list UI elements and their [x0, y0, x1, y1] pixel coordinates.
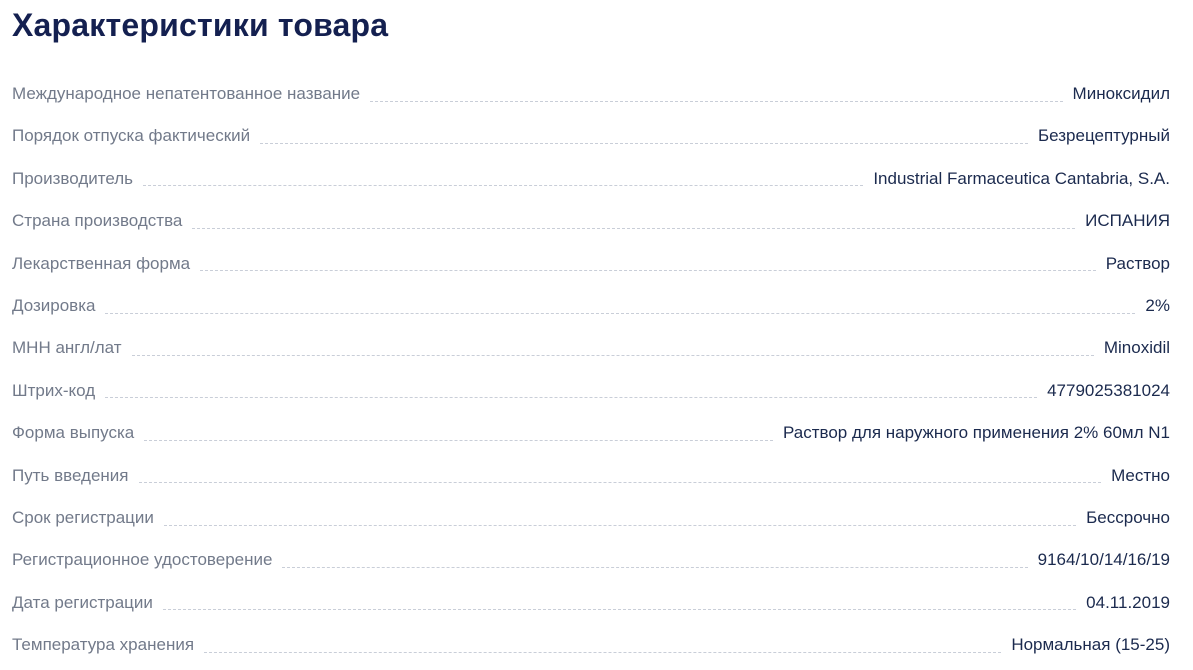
- dotted-leader: [163, 524, 1077, 526]
- dotted-leader: [282, 566, 1028, 568]
- dotted-leader: [143, 185, 864, 187]
- spec-label: Форма выпуска: [12, 423, 135, 443]
- dotted-leader: [144, 439, 773, 441]
- spec-row-route: Путь введения Местно: [12, 455, 1170, 497]
- spec-label: МНН англ/лат: [12, 338, 122, 358]
- spec-row-manufacturer: Производитель Industrial Farmaceutica Ca…: [12, 158, 1170, 200]
- dotted-leader: [204, 651, 1002, 653]
- spec-value: Безрецептурный: [1038, 126, 1170, 146]
- specs-list: Международное непатентованное название М…: [12, 73, 1170, 666]
- spec-value: 2%: [1145, 295, 1170, 315]
- spec-row-dosage-form: Лекарственная форма Раствор: [12, 243, 1170, 285]
- spec-label: Производитель: [12, 168, 134, 188]
- spec-row-dispensing: Порядок отпуска фактический Безрецептурн…: [12, 115, 1170, 157]
- spec-label: Температура хранения: [12, 635, 195, 655]
- spec-label: Порядок отпуска фактический: [12, 126, 251, 146]
- spec-label: Срок регистрации: [12, 507, 154, 527]
- spec-value: Бессрочно: [1086, 507, 1170, 527]
- spec-value: 04.11.2019: [1086, 592, 1170, 612]
- spec-label: Страна производства: [12, 211, 183, 231]
- spec-row-registration-term: Срок регистрации Бессрочно: [12, 497, 1170, 539]
- dotted-leader: [192, 227, 1076, 229]
- dotted-leader: [131, 355, 1094, 357]
- spec-row-storage-temperature: Температура хранения Нормальная (15-25): [12, 624, 1170, 666]
- spec-label: Штрих-код: [12, 380, 96, 400]
- spec-value: Industrial Farmaceutica Cantabria, S.A.: [873, 168, 1170, 188]
- dotted-leader: [370, 100, 1063, 102]
- spec-label: Дата регистрации: [12, 592, 153, 612]
- spec-label: Регистрационное удостоверение: [12, 550, 273, 570]
- spec-value: Нормальная (15-25): [1011, 635, 1170, 655]
- spec-label: Дозировка: [12, 295, 96, 315]
- spec-label: Международное непатентованное название: [12, 84, 361, 103]
- spec-row-country: Страна производства ИСПАНИЯ: [12, 200, 1170, 242]
- spec-value: Миноксидил: [1072, 84, 1170, 103]
- spec-row-inn: Международное непатентованное название М…: [12, 73, 1170, 115]
- spec-row-barcode: Штрих-код 4779025381024: [12, 370, 1170, 412]
- spec-value: 9164/10/14/16/19: [1037, 550, 1170, 570]
- product-characteristics: Характеристики товара Международное непа…: [0, 0, 1193, 670]
- dotted-leader: [162, 609, 1077, 611]
- dotted-leader: [200, 270, 1096, 272]
- spec-row-registration-certificate: Регистрационное удостоверение 9164/10/14…: [12, 539, 1170, 581]
- spec-value: Раствор: [1105, 253, 1170, 273]
- spec-row-inn-latin: МНН англ/лат Minoxidil: [12, 327, 1170, 369]
- spec-value: Раствор для наружного применения 2% 60мл…: [783, 423, 1170, 443]
- spec-value: ИСПАНИЯ: [1085, 211, 1170, 231]
- dotted-leader: [105, 397, 1038, 399]
- spec-value: Местно: [1111, 465, 1170, 485]
- spec-row-registration-date: Дата регистрации 04.11.2019: [12, 582, 1170, 624]
- dotted-leader: [105, 312, 1136, 314]
- spec-label: Лекарственная форма: [12, 253, 191, 273]
- spec-label: Путь введения: [12, 465, 129, 485]
- spec-value: 4779025381024: [1047, 380, 1170, 400]
- spec-value: Minoxidil: [1103, 338, 1170, 358]
- dotted-leader: [260, 143, 1028, 145]
- page-title: Характеристики товара: [12, 7, 389, 43]
- spec-row-dosage: Дозировка 2%: [12, 285, 1170, 327]
- spec-row-release-form: Форма выпуска Раствор для наружного прим…: [12, 412, 1170, 454]
- dotted-leader: [138, 482, 1102, 484]
